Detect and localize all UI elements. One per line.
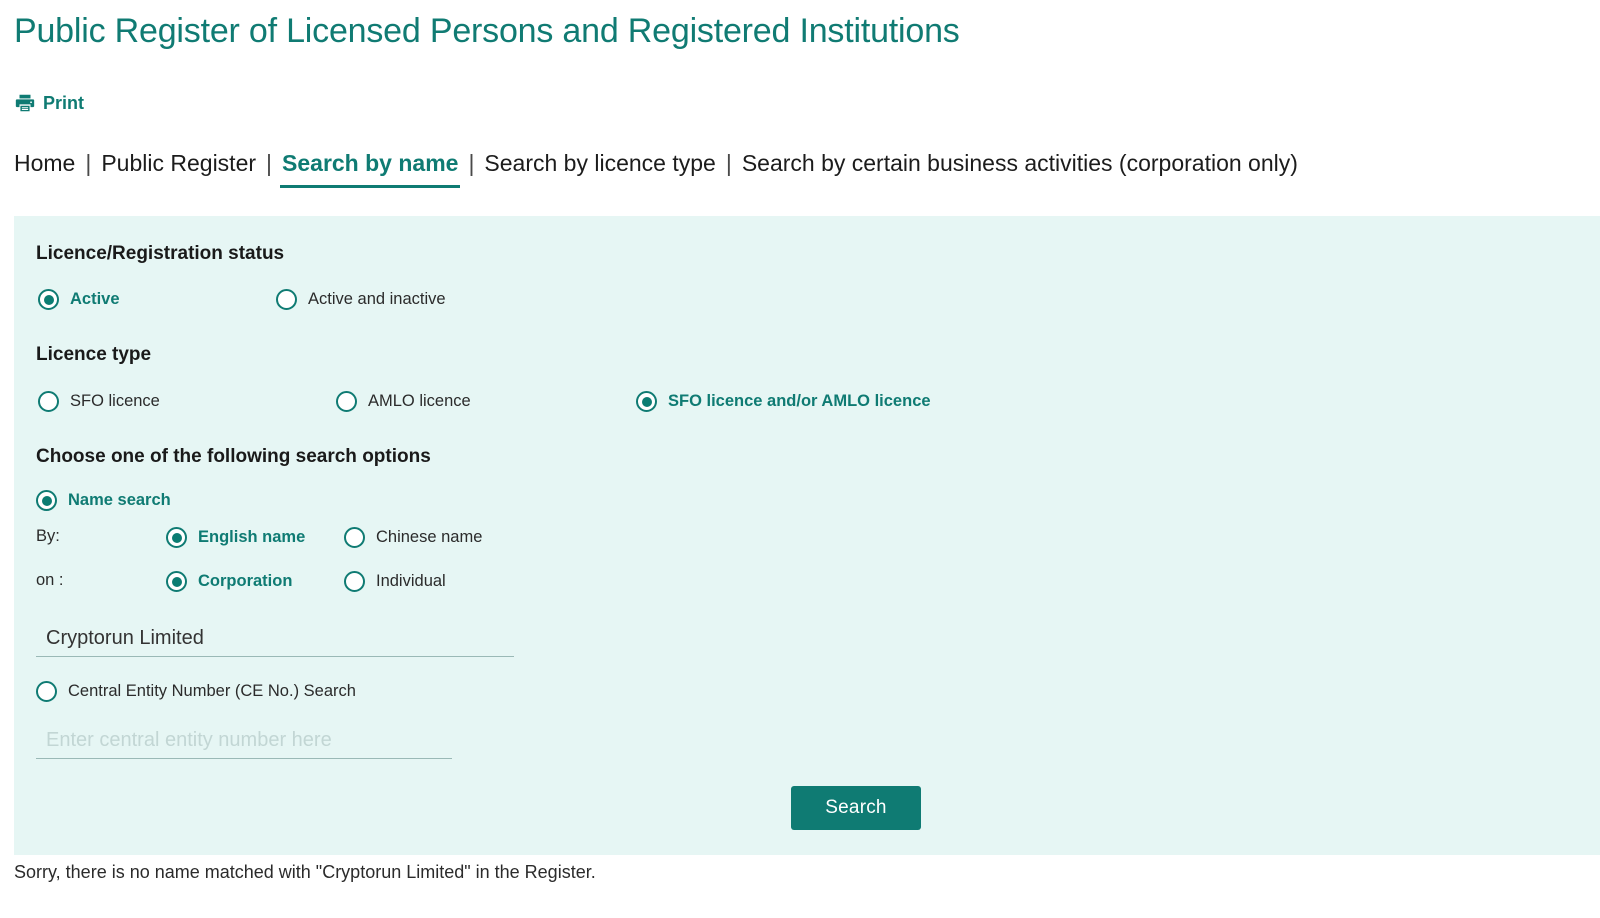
on-label: on : <box>36 571 64 589</box>
radio-button-icon <box>36 681 57 702</box>
radio-label: Individual <box>376 572 446 590</box>
ce-number-input[interactable] <box>36 727 452 759</box>
radio-label: Corporation <box>198 572 293 590</box>
radio-licence-type-sfo[interactable]: SFO licence <box>38 391 160 412</box>
radio-by-english-name[interactable]: English name <box>166 527 305 548</box>
radio-label: SFO licence <box>70 392 160 410</box>
radio-label: SFO licence and/or AMLO licence <box>668 392 931 410</box>
radio-name-search[interactable]: Name search <box>36 490 171 511</box>
print-label: Print <box>43 92 85 113</box>
by-label: By: <box>36 527 60 545</box>
radio-licence-type-amlo[interactable]: AMLO licence <box>336 391 471 412</box>
radio-label: Active <box>70 290 120 308</box>
radio-label: Name search <box>68 491 171 509</box>
radio-button-icon <box>336 391 357 412</box>
radio-label: Central Entity Number (CE No.) Search <box>68 682 356 700</box>
page-title: Public Register of Licensed Persons and … <box>14 12 960 50</box>
printer-icon <box>14 92 36 114</box>
search-result-message: Sorry, there is no name matched with "Cr… <box>14 862 596 882</box>
nav-item-public-register[interactable]: Public Register <box>91 144 266 182</box>
radio-status-active-and-inactive[interactable]: Active and inactive <box>276 289 446 310</box>
radio-button-icon <box>166 527 187 548</box>
nav-item-home[interactable]: Home <box>14 144 85 182</box>
radio-on-individual[interactable]: Individual <box>344 571 446 592</box>
radio-button-icon <box>276 289 297 310</box>
nav-item-search-by-licence-type[interactable]: Search by licence type <box>474 144 725 182</box>
radio-label: Chinese name <box>376 528 483 546</box>
radio-on-corporation[interactable]: Corporation <box>166 571 292 592</box>
radio-button-icon <box>344 571 365 592</box>
radio-by-chinese-name[interactable]: Chinese name <box>344 527 482 548</box>
radio-ce-number-search[interactable]: Central Entity Number (CE No.) Search <box>36 681 356 702</box>
radio-button-icon <box>636 391 657 412</box>
radio-button-icon <box>36 490 57 511</box>
licence-status-heading: Licence/Registration status <box>36 243 285 264</box>
radio-label: English name <box>198 528 306 546</box>
search-form-panel: Licence/Registration status Active Activ… <box>14 216 1600 855</box>
radio-button-icon <box>344 527 365 548</box>
nav-item-search-by-business-activities[interactable]: Search by certain business activities (c… <box>732 144 1308 182</box>
search-options-heading: Choose one of the following search optio… <box>36 446 431 467</box>
radio-button-icon <box>38 289 59 310</box>
nav-item-search-by-name[interactable]: Search by name <box>272 144 468 188</box>
radio-status-active[interactable]: Active <box>38 289 120 310</box>
breadcrumb-nav: Home | Public Register | Search by name … <box>14 144 1308 188</box>
licence-type-heading: Licence type <box>36 344 152 365</box>
radio-licence-type-sfo-and-or-amlo[interactable]: SFO licence and/or AMLO licence <box>636 391 931 412</box>
print-button[interactable]: Print <box>14 92 84 114</box>
name-search-input[interactable] <box>36 625 514 657</box>
search-button[interactable]: Search <box>791 786 921 830</box>
radio-button-icon <box>38 391 59 412</box>
public-register-search-page: Public Register of Licensed Persons and … <box>0 0 1600 918</box>
radio-label: AMLO licence <box>368 392 471 410</box>
radio-label: Active and inactive <box>308 290 446 308</box>
radio-button-icon <box>166 571 187 592</box>
